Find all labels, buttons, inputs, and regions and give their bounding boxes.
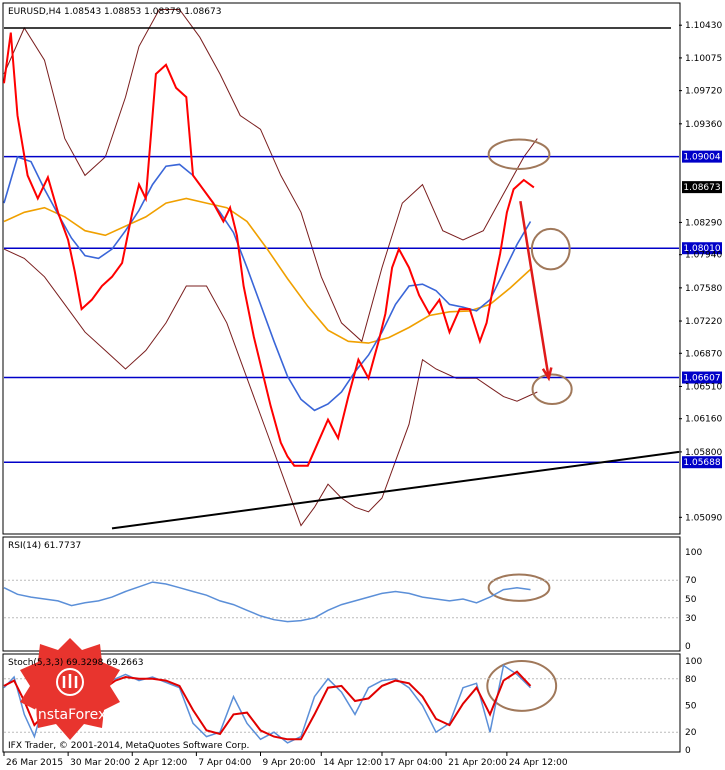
main-y-tick-label-11: 1.05800 (685, 448, 722, 458)
chart-header: EURUSD,H4 1.08543 1.08853 1.08379 1.0867… (8, 7, 221, 17)
main-y-tick-label-4: 1.08290 (685, 218, 722, 228)
stoch-y-tick-label-1: 80 (685, 675, 697, 685)
main-y-tick-label-1: 1.10075 (685, 54, 722, 64)
x-tick-label-3: 7 Apr 04:00 (198, 758, 251, 768)
stoch-y-tick-label-0: 100 (685, 657, 702, 667)
rsi-label: RSI(14) 61.7737 (8, 541, 81, 551)
x-tick-label-5: 14 Apr 12:00 (323, 758, 382, 768)
main-y-tick-label-10: 1.06160 (685, 415, 722, 425)
x-tick-label-1: 30 Mar 20:00 (70, 758, 130, 768)
rsi-panel-frame (2, 536, 681, 652)
rsi-y-tick-label-4: 0 (685, 642, 691, 652)
copyright-footer: IFX Trader, © 2001-2014, MetaQuotes Soft… (8, 741, 249, 751)
y-axis-labels: 1.090041.080101.066071.056881.086731.104… (679, 21, 722, 756)
x-tick-label-4: 9 Apr 20:00 (263, 758, 316, 768)
x-tick-label-8: 24 Apr 12:00 (509, 758, 568, 768)
rsi-y-tick-label-3: 30 (685, 614, 697, 624)
stoch-y-tick-label-3: 20 (685, 728, 697, 738)
stoch-y-tick-label-2: 50 (685, 702, 697, 712)
rsi-y-tick-label-0: 100 (685, 548, 702, 558)
main-y-tick-label-9: 1.06510 (685, 382, 722, 392)
x-tick-label-2: 2 Apr 12:00 (134, 758, 187, 768)
main-y-tick-label-12: 1.05090 (685, 513, 722, 523)
main-y-tick-label-2: 1.09720 (685, 87, 722, 97)
logo-text: InstaForex (34, 707, 107, 723)
main-y-tick-label-8: 1.06870 (685, 349, 722, 359)
main-y-tick-label-3: 1.09360 (685, 120, 722, 130)
x-tick-label-0: 26 Mar 2015 (6, 758, 63, 768)
stoch-label: Stoch(5,3,3) 69.3298 69.2663 (8, 658, 143, 668)
level-price-label-0: 1.09004 (683, 153, 720, 163)
current-price-label: 1.08673 (683, 183, 720, 193)
stoch-y-tick-label-4: 0 (685, 746, 691, 756)
rsi-y-tick-label-2: 50 (685, 595, 697, 605)
main-y-tick-label-7: 1.07220 (685, 317, 722, 327)
main-panel-frame (2, 2, 681, 535)
level-price-label-3: 1.05688 (683, 458, 720, 468)
main-y-tick-label-0: 1.10430 (685, 21, 722, 31)
x-tick-label-6: 17 Apr 04:00 (384, 758, 443, 768)
rsi-y-tick-label-1: 70 (685, 576, 697, 586)
forex-chart: 1.090041.080101.066071.056881.086731.104… (2, 2, 722, 768)
main-y-tick-label-5: 1.07940 (685, 251, 722, 261)
main-y-tick-label-6: 1.07580 (685, 284, 722, 294)
x-tick-label-7: 21 Apr 20:00 (448, 758, 507, 768)
x-axis-labels: 26 Mar 2015 30 Mar 20:00 2 Apr 12:00 7 Apr … (3, 752, 568, 768)
